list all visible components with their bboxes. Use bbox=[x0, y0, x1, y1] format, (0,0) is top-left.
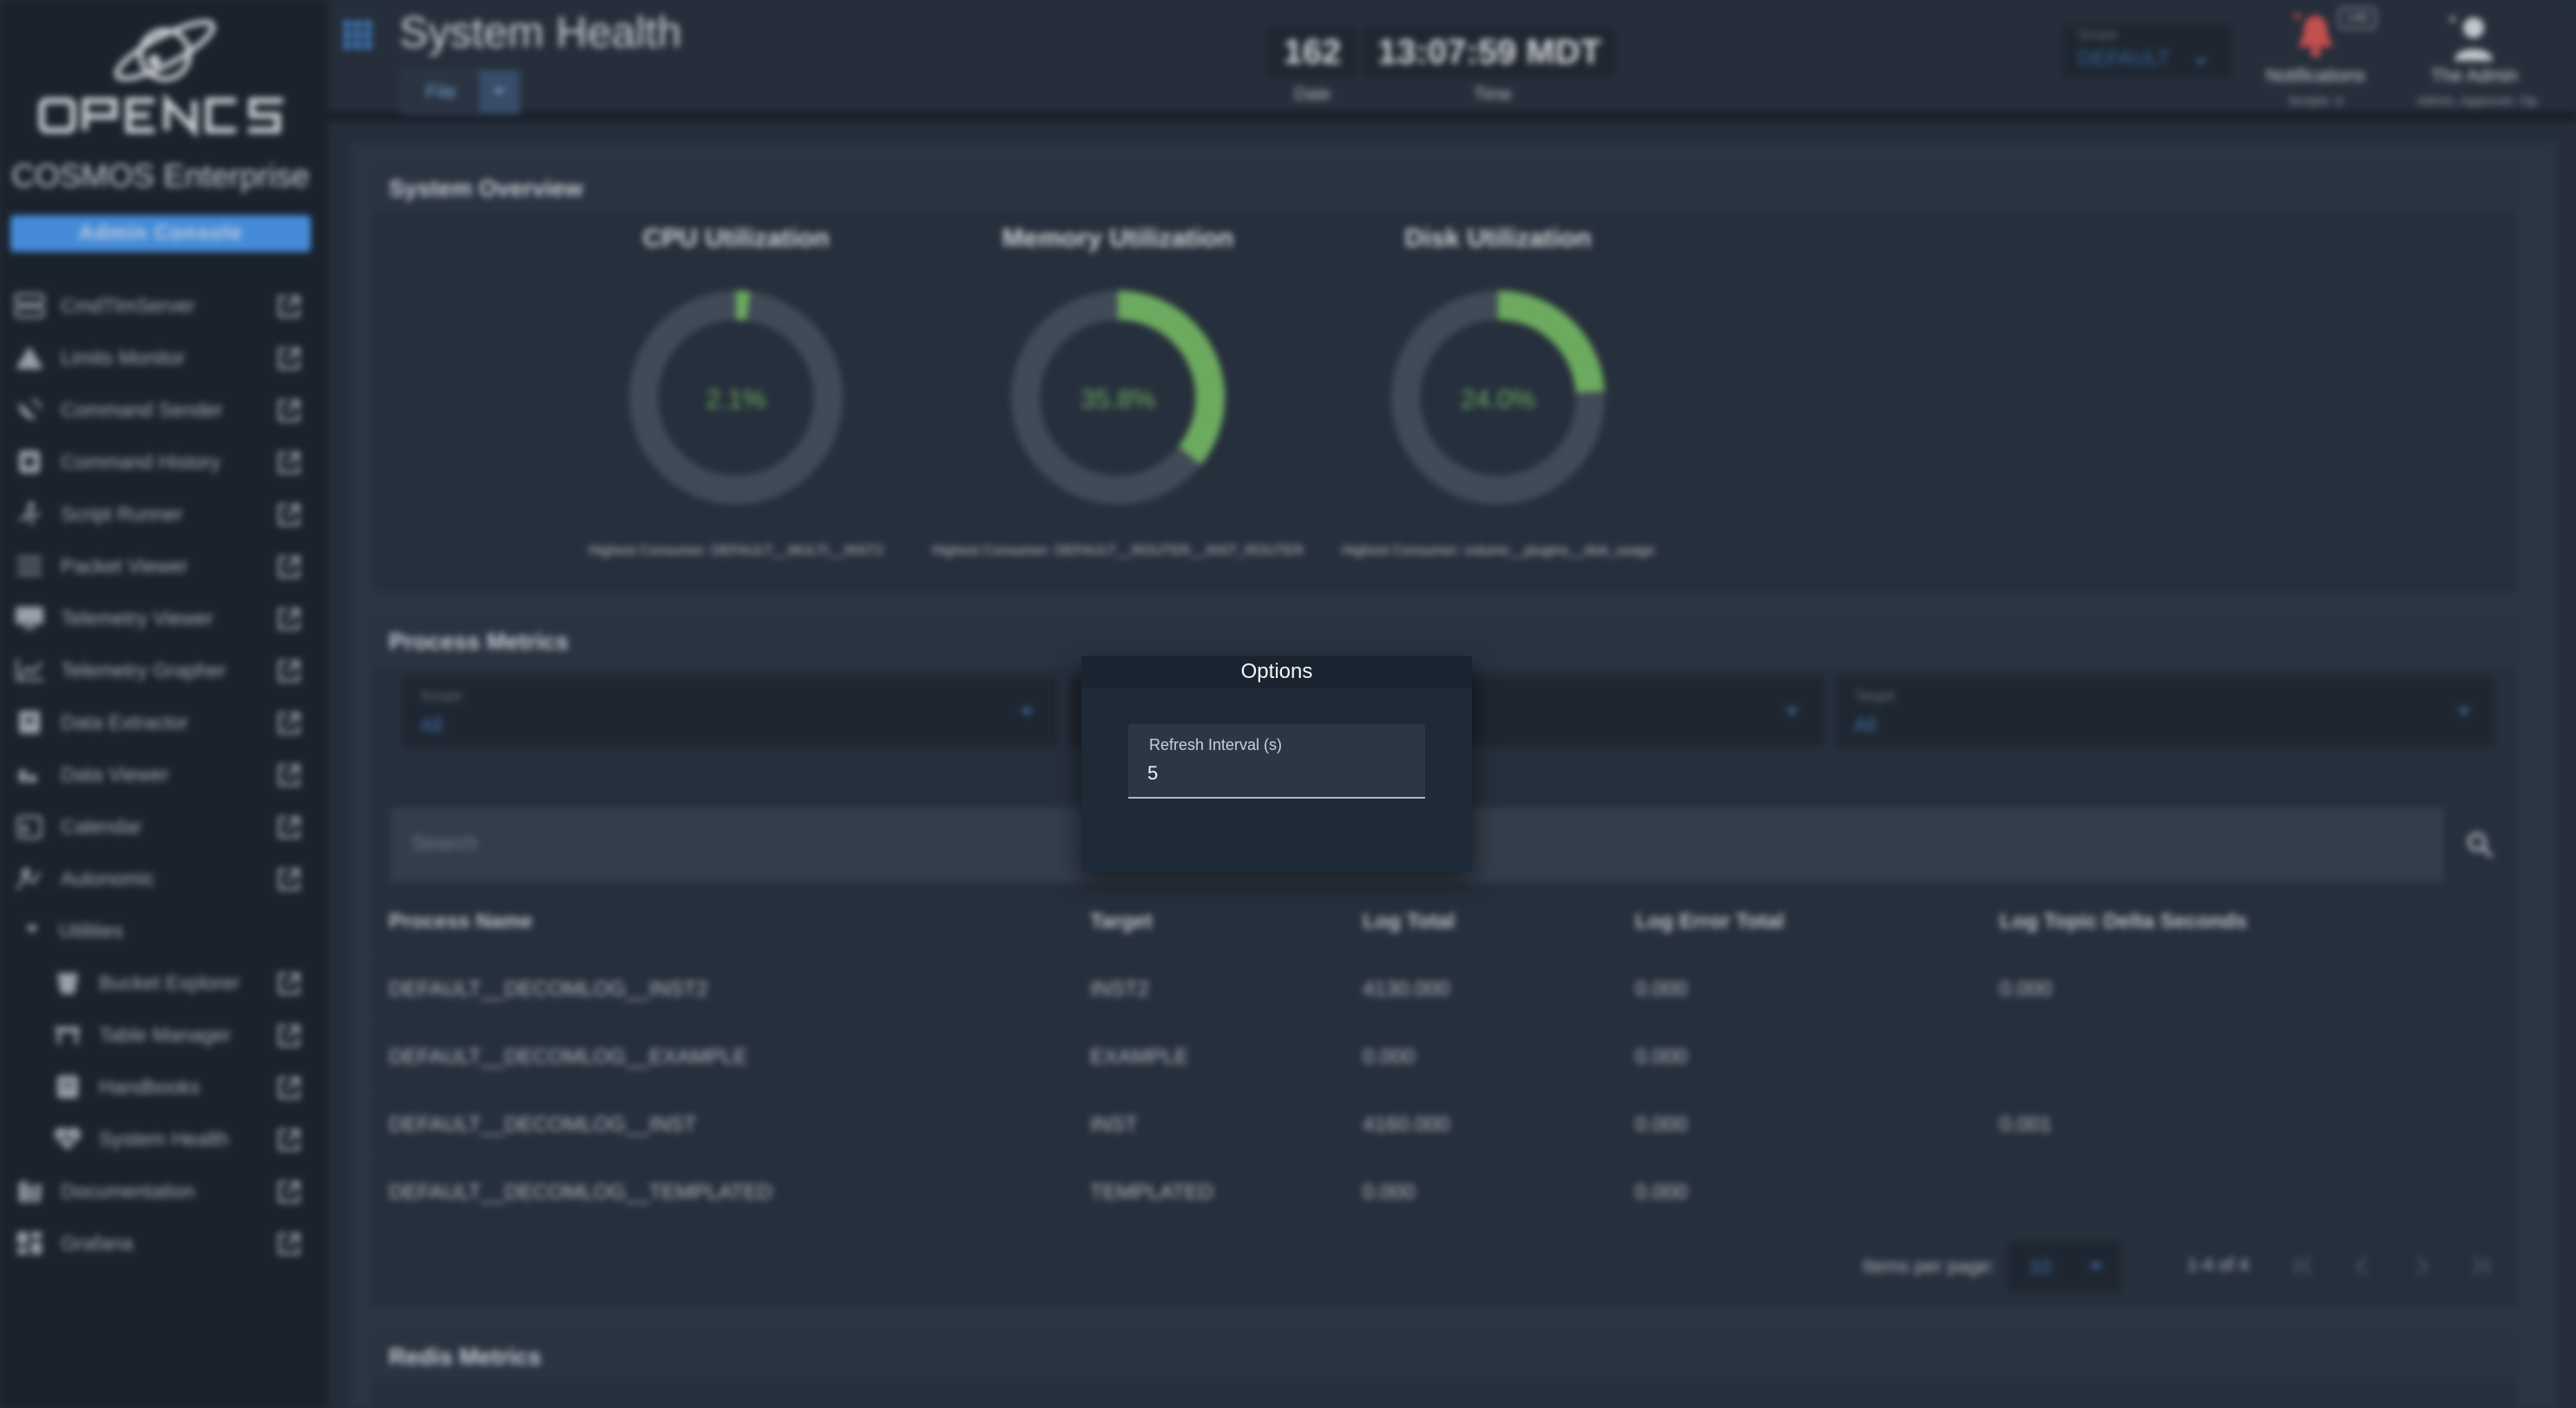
refresh-interval-field[interactable]: Refresh Interval (s) bbox=[1128, 724, 1425, 799]
options-dialog: Options Refresh Interval (s) bbox=[1081, 656, 1472, 872]
refresh-interval-input[interactable] bbox=[1147, 759, 1408, 788]
refresh-interval-label: Refresh Interval (s) bbox=[1149, 736, 1283, 753]
dialog-title: Options bbox=[1081, 656, 1472, 688]
